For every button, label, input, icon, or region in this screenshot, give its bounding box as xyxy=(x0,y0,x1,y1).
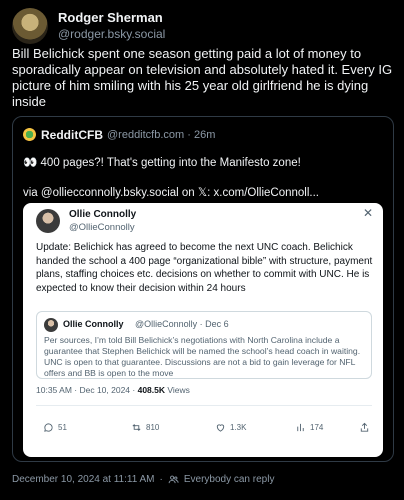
tweet-timestamp: 10:35 AM · Dec 10, 2024 · 408.5K Views xyxy=(36,385,190,395)
quote-text: 400 pages?! That's getting into the Mani… xyxy=(40,157,301,169)
tweet-author-name: Ollie Connolly xyxy=(69,209,137,220)
tweet-author-handle: @OllieConnolly xyxy=(69,222,135,233)
quote-author-name: RedditCFB xyxy=(41,128,103,142)
reply-icon xyxy=(44,423,53,432)
inner-quote-body: Per sources, I’m told Bill Belichick’s n… xyxy=(44,335,361,378)
post-text: Bill Belichick spent one season getting … xyxy=(12,46,393,109)
eyes-emoji-icon: 👀 xyxy=(23,157,38,169)
quote-meta: @redditcfb.com · 26m xyxy=(107,129,216,141)
tweet-divider xyxy=(36,405,372,406)
author-handle[interactable]: @rodger.bsky.social xyxy=(58,27,165,41)
heart-icon xyxy=(216,424,225,432)
tweet-share xyxy=(359,422,370,433)
quote-avatar xyxy=(23,128,36,141)
repost-icon xyxy=(132,424,141,431)
tweet-reposts: 810 xyxy=(131,422,159,433)
close-icon: ✕ xyxy=(362,206,373,220)
quoted-post[interactable]: RedditCFB @redditcfb.com · 26m 👀 400 pag… xyxy=(12,116,394,462)
inner-quoted-tweet: Ollie Connolly @OllieConnolly · Dec 6 Pe… xyxy=(36,311,372,379)
post-footer: December 10, 2024 at 11:11 AM · Everybod… xyxy=(12,474,274,485)
bar-chart-icon xyxy=(297,423,304,432)
embedded-tweet-screenshot: Ollie Connolly @OllieConnolly ✕ Update: … xyxy=(23,203,383,457)
bookmarks-count: 174 xyxy=(310,423,324,432)
replies-count: 51 xyxy=(58,423,67,432)
people-icon xyxy=(168,475,179,484)
tweet-bookmarks: 174 xyxy=(295,422,323,433)
share-icon xyxy=(360,422,369,432)
tweet-avatar xyxy=(36,209,60,233)
post: Rodger Sherman @rodger.bsky.social Bill … xyxy=(0,0,404,500)
footer-separator: · xyxy=(159,474,163,485)
reposts-count: 810 xyxy=(146,423,160,432)
tweet-views-label: Views xyxy=(165,385,190,395)
inner-quote-avatar xyxy=(44,318,58,332)
tweet-date: 10:35 AM · Dec 10, 2024 · xyxy=(36,385,138,395)
tweet-replies: 51 xyxy=(43,422,67,433)
author-name[interactable]: Rodger Sherman xyxy=(58,10,163,25)
tweet-likes: 1.3K xyxy=(215,422,246,433)
tweet-body: Update: Belichick has agreed to become t… xyxy=(36,242,373,294)
quote-source-line: via @olliecconnolly.bsky.social on 𝕏: x.… xyxy=(23,187,319,199)
reply-audience[interactable]: Everybody can reply xyxy=(184,474,275,485)
likes-count: 1.3K xyxy=(230,423,247,432)
tweet-views-count: 408.5K xyxy=(137,385,166,395)
quote-text-line1: 👀 400 pages?! That's getting into the Ma… xyxy=(23,155,301,169)
inner-quote-meta: @OllieConnolly · Dec 6 xyxy=(135,319,229,329)
post-date[interactable]: December 10, 2024 at 11:11 AM xyxy=(12,474,155,485)
author-avatar[interactable] xyxy=(12,8,48,44)
inner-quote-author-name: Ollie Connolly xyxy=(63,319,124,329)
